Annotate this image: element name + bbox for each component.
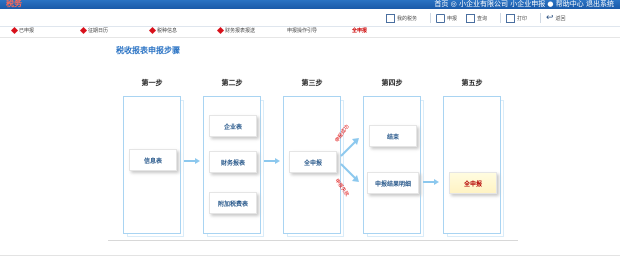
back-arrow-icon: ↩ — [546, 13, 554, 23]
step-3-column: 全申报 — [283, 96, 344, 237]
step-2-heading: 第二步 — [221, 79, 243, 87]
header-user-info[interactable]: 首页 ◎ 小企业有限公司 小企业申报 ● 帮助中心 退出系统 — [434, 0, 614, 8]
toolbar-divider — [500, 13, 501, 23]
toolbar-label: 我的税务 — [397, 15, 418, 22]
toolbar-back-button[interactable]: ↩ 返回 — [546, 12, 566, 24]
tab-label: 已申报 — [19, 28, 35, 34]
enterprise-form-button[interactable]: 企业表 — [209, 115, 257, 137]
step-4-heading: 第四步 — [381, 79, 403, 87]
function-tabs: 已申报 征期日历 税种信息 财务报表报送 申报操作引导 全申报 — [0, 26, 620, 38]
toolbar-query-button[interactable]: 查询 — [466, 12, 487, 24]
surcharge-form-button[interactable]: 附加税费表 — [209, 192, 257, 214]
tab-calendar[interactable]: 征期日历 — [79, 26, 109, 35]
tab-label: 征期日历 — [88, 28, 109, 34]
full-declare-button[interactable]: 全申报 — [289, 151, 337, 173]
right-arrow-icon — [264, 158, 280, 164]
red-diamond-icon — [79, 26, 88, 35]
pencil-icon — [436, 13, 445, 23]
info-form-button[interactable]: 信息表 — [129, 149, 177, 171]
step-1-heading: 第一步 — [141, 79, 163, 87]
toolbar-declare-button[interactable]: 申报 — [436, 12, 457, 24]
final-declare-button[interactable]: 全申报 — [449, 172, 497, 194]
tab-label: 税种信息 — [157, 28, 178, 34]
toolbar-label: 查询 — [477, 15, 488, 22]
logo: 税务 — [6, 0, 22, 8]
toolbar: 我的税务 申报 查询 打印 ↩ 返回 — [0, 9, 620, 27]
right-arrow-icon — [184, 158, 200, 164]
tab-full-declare[interactable]: 全申报 — [352, 27, 367, 34]
tab-label: 财务报表报送 — [225, 28, 256, 34]
financial-form-button[interactable]: 财务报表 — [209, 151, 257, 173]
toolbar-my-tax-button[interactable]: 我的税务 — [386, 12, 417, 24]
divider — [0, 255, 620, 256]
tab-tax-info[interactable]: 税种信息 — [148, 26, 178, 35]
red-diamond-icon — [216, 26, 225, 35]
toolbar-divider — [540, 13, 541, 23]
document-icon — [386, 13, 395, 23]
declare-result-button[interactable]: 申报结果明细 — [367, 172, 419, 194]
red-diamond-icon — [148, 26, 157, 35]
printer-icon — [506, 13, 515, 23]
toolbar-label: 打印 — [517, 15, 528, 22]
search-icon — [466, 13, 475, 23]
branch-arrows — [340, 138, 359, 182]
tab-declared[interactable]: 已申报 — [10, 26, 35, 35]
step-2-column: 企业表 财务报表 附加税费表 — [203, 96, 264, 237]
step-5-heading: 第五步 — [461, 79, 483, 87]
toolbar-print-button[interactable]: 打印 — [506, 12, 527, 24]
finish-button[interactable]: 结束 — [369, 125, 417, 147]
step-1-column: 信息表 — [123, 96, 184, 237]
step-4-column: 结束 申报结果明细 — [363, 96, 424, 237]
toolbar-label: 申报 — [447, 15, 458, 22]
step-3-heading: 第三步 — [301, 79, 323, 87]
toolbar-divider — [430, 13, 431, 23]
tab-guide[interactable]: 申报操作引导 — [287, 27, 317, 34]
divider — [108, 240, 518, 241]
top-header-bar: 税务 首页 ◎ 小企业有限公司 小企业申报 ● 帮助中心 退出系统 — [0, 0, 620, 9]
step-5-column: 全申报 — [443, 96, 504, 237]
page-title: 税收报表申报步骤 — [116, 46, 180, 55]
red-diamond-icon — [10, 26, 19, 35]
toolbar-label: 返回 — [555, 15, 566, 22]
tab-label: 申报操作引导 — [287, 28, 318, 34]
tab-financial-report[interactable]: 财务报表报送 — [216, 26, 256, 35]
right-arrow-icon — [423, 179, 439, 185]
tab-label: 全申报 — [352, 28, 368, 34]
